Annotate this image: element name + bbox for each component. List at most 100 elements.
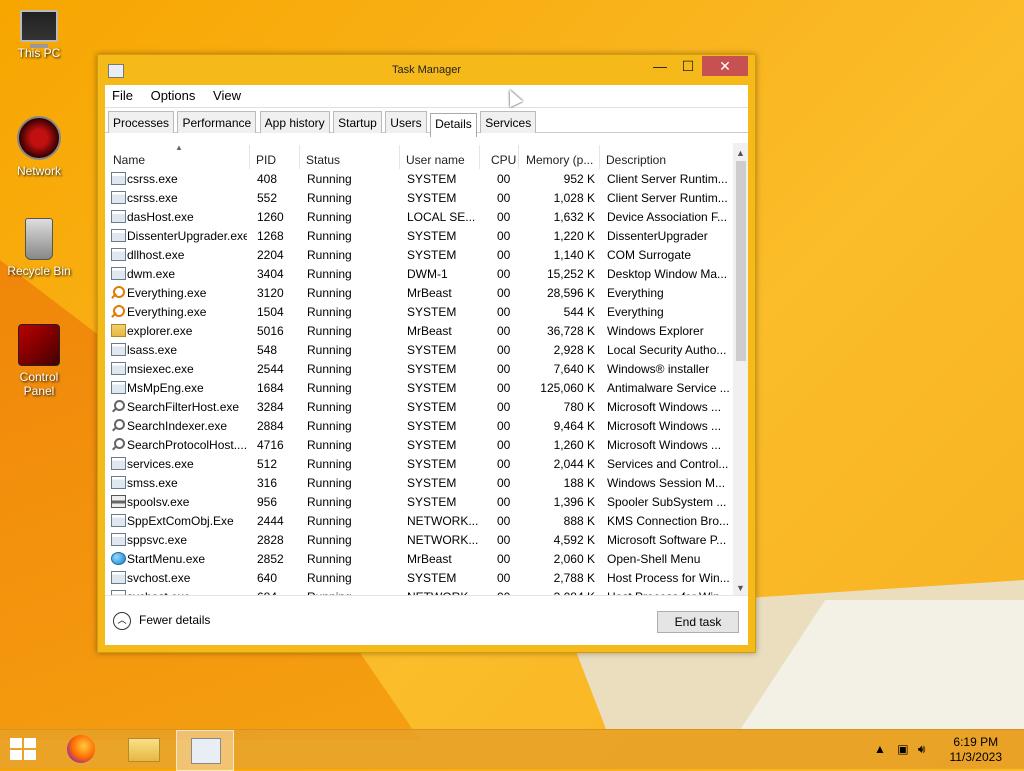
tab-performance[interactable]: Performance [177, 111, 257, 133]
cell-status: Running [307, 172, 352, 186]
network-tray-icon[interactable]: ▣ [897, 742, 908, 756]
cell-pid: 408 [257, 172, 278, 186]
desktop-icon-recycle-bin[interactable]: Recycle Bin [4, 218, 74, 278]
taskbar-firefox[interactable] [52, 730, 108, 769]
column-header-description[interactable]: Description [606, 153, 666, 167]
cell-name: MsMpEng.exe [127, 381, 204, 395]
table-row[interactable]: sppsvc.exe 2828 Running NETWORK... 00 4,592 K… [105, 530, 733, 549]
cell-desc: Windows Explorer [607, 324, 704, 338]
table-row[interactable]: svchost.exe684RunningNETWORK...003,084 K… [105, 587, 733, 595]
cell-pid: 3120 [257, 286, 284, 300]
maximize-button[interactable]: ☐ [674, 56, 702, 76]
cell-name: lsass.exe [127, 343, 178, 357]
printer-icon [111, 495, 126, 508]
title-bar[interactable]: Task Manager — ☐ ✕ [98, 55, 755, 85]
table-row[interactable]: lsass.exe 548 Running SYSTEM 00 2,928 K Local … [105, 340, 733, 359]
tab-bar: Processes Performance App history Startu… [105, 108, 748, 137]
cell-pid: 640 [257, 571, 278, 585]
minimize-button[interactable]: — [646, 56, 674, 76]
table-row[interactable]: csrss.exe 408 Running SYSTEM 00 952 K Client S… [105, 169, 733, 188]
fewer-details-button[interactable]: ︿ Fewer details [113, 612, 210, 630]
table-row[interactable]: SearchIndexer.exe 2884 Running SYSTEM 00 9,46… [105, 416, 733, 435]
scrollbar-thumb[interactable] [736, 161, 746, 361]
clock[interactable]: 6:19 PM 11/3/2023 [950, 735, 1003, 765]
table-row[interactable]: SearchProtocolHost.... 4716 Running SYSTEM 0… [105, 435, 733, 454]
table-row[interactable]: DissenterUpgrader.exe 1268 Running SYSTEM 00… [105, 226, 733, 245]
table-row[interactable]: spoolsv.exe 956 Running SYSTEM 00 1,396 K Spoo… [105, 492, 733, 511]
table-row[interactable]: Everything.exe 3120 Running MrBeast 00 28,596… [105, 283, 733, 302]
column-separator[interactable] [518, 145, 519, 169]
column-header-cpu[interactable]: CPU [491, 153, 516, 167]
column-header-memory[interactable]: Memory (p... [526, 153, 598, 167]
cell-mem: 36,728 K [546, 324, 595, 338]
volume-icon[interactable]: 🔊︎ [918, 742, 926, 756]
column-separator[interactable] [399, 145, 400, 169]
table-row[interactable]: MsMpEng.exe 1684 Running SYSTEM 00 125,060 K A… [105, 378, 733, 397]
close-button[interactable]: ✕ [702, 56, 748, 76]
menu-options[interactable]: Options [144, 85, 203, 103]
cell-mem: 952 K [563, 172, 595, 186]
tab-processes[interactable]: Processes [108, 111, 175, 133]
cell-desc: Microsoft Software P... [607, 533, 727, 547]
cell-desc: Host Process for Win... [607, 571, 729, 585]
cell-mem: 125,060 K [540, 381, 595, 395]
tab-startup[interactable]: Startup [333, 111, 382, 133]
table-row[interactable]: StartMenu.exe 2852 Running MrBeast 00 2,060 K… [105, 549, 733, 568]
cell-pid: 4716 [257, 438, 284, 452]
tab-users[interactable]: Users [385, 111, 427, 133]
cell-pid: 548 [257, 343, 278, 357]
cell-desc: Desktop Window Ma... [607, 267, 728, 281]
cell-desc: COM Surrogate [607, 248, 692, 262]
taskbar-task-manager[interactable] [176, 730, 234, 771]
table-row[interactable]: msiexec.exe 2544 Running SYSTEM 00 7,640 K Win… [105, 359, 733, 378]
table-row[interactable]: dwm.exe 3404 Running DWM-1 00 15,252 K Desktop… [105, 264, 733, 283]
cell-pid: 2444 [257, 514, 284, 528]
column-separator[interactable] [299, 145, 300, 169]
cell-mem: 1,220 K [553, 229, 595, 243]
fewer-details-label: Fewer details [139, 613, 211, 628]
scroll-up-icon[interactable]: ▲ [733, 146, 748, 160]
window-icon [111, 514, 126, 527]
table-row[interactable]: services.exe 512 Running SYSTEM 00 2,044 K Ser… [105, 454, 733, 473]
table-row[interactable]: Everything.exe 1504 Running SYSTEM 00 544 K Ev… [105, 302, 733, 321]
start-button[interactable] [10, 738, 38, 762]
desktop-icon-network[interactable]: Network [4, 116, 74, 178]
cell-mem: 1,028 K [553, 191, 595, 205]
table-row[interactable]: dasHost.exe 1260 Running LOCAL SE... 00 1,632… [105, 207, 733, 226]
table-row[interactable]: SppExtComObj.Exe 2444 Running NETWORK... 00 8… [105, 511, 733, 530]
table-row[interactable]: smss.exe 316 Running SYSTEM 00 188 K Windows S… [105, 473, 733, 492]
taskbar-file-explorer[interactable] [114, 730, 170, 769]
cell-user: NETWORK... [407, 533, 479, 547]
desktop-icon-this-pc[interactable]: This PC [4, 10, 74, 60]
table-row[interactable]: svchost.exe 640 Running SYSTEM 00 2,788 K Host… [105, 568, 733, 587]
desktop-icon-control-panel[interactable]: Control Panel [4, 324, 74, 398]
table-row[interactable]: csrss.exe 552 Running SYSTEM 00 1,028 K Client… [105, 188, 733, 207]
cell-mem: 2,044 K [553, 457, 595, 471]
column-header-user-name[interactable]: User name [406, 153, 465, 167]
table-row[interactable]: SearchFilterHost.exe 3284 Running SYSTEM 00 7… [105, 397, 733, 416]
cell-desc: Services and Control... [607, 457, 729, 471]
menu-file[interactable]: File [105, 85, 140, 103]
tab-details[interactable]: Details [430, 113, 477, 137]
tab-app-history[interactable]: App history [259, 111, 330, 133]
end-task-button[interactable]: End task [657, 611, 739, 633]
cell-cpu: 00 [497, 476, 511, 490]
tab-services[interactable]: Services [480, 111, 537, 133]
cell-user: SYSTEM [407, 495, 457, 509]
menu-view[interactable]: View [206, 85, 248, 103]
column-header-name[interactable]: Name [113, 153, 145, 167]
desktop-icon-label: Control Panel [19, 370, 59, 398]
show-hidden-icons-icon[interactable]: ▲ [874, 742, 886, 756]
window-icon [111, 457, 126, 470]
task-manager-icon [191, 738, 221, 764]
vertical-scrollbar[interactable]: ▲ ▼ [733, 143, 748, 595]
scroll-down-icon[interactable]: ▼ [733, 581, 748, 595]
table-row[interactable]: explorer.exe 5016 Running MrBeast 00 36,728 K… [105, 321, 733, 340]
table-row[interactable]: dllhost.exe 2204 Running SYSTEM 00 1,140 K COM… [105, 245, 733, 264]
column-header-pid[interactable]: PID [256, 153, 276, 167]
column-separator[interactable] [479, 145, 480, 169]
column-header-status[interactable]: Status [306, 153, 340, 167]
column-separator[interactable] [599, 145, 600, 169]
column-separator[interactable] [249, 145, 250, 169]
cell-name: dasHost.exe [127, 210, 194, 224]
